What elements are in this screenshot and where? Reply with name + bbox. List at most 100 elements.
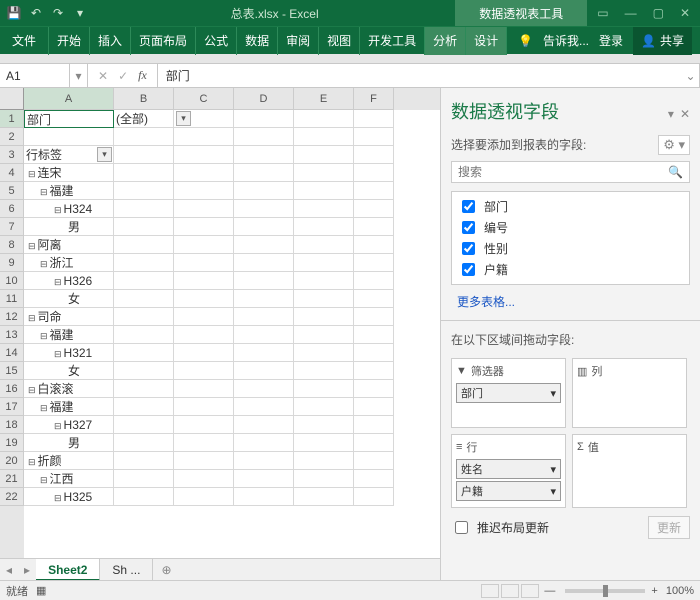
cell[interactable]: ⊟江西 <box>24 470 114 488</box>
cell[interactable] <box>354 182 394 200</box>
tab-developer[interactable]: 开发工具 <box>360 27 425 55</box>
tab-design[interactable]: 设计 <box>466 27 507 55</box>
col-header-B[interactable]: B <box>114 88 174 110</box>
cell[interactable] <box>174 272 234 290</box>
row-header[interactable]: 6 <box>0 200 24 218</box>
cell[interactable]: ⊟H326 <box>24 272 114 290</box>
cell[interactable] <box>234 272 294 290</box>
cell[interactable] <box>294 110 354 128</box>
collapse-icon[interactable]: ⊟ <box>54 349 62 359</box>
cell[interactable] <box>354 218 394 236</box>
row-header[interactable]: 13 <box>0 326 24 344</box>
cell[interactable] <box>294 218 354 236</box>
cell[interactable]: 女 <box>24 290 114 308</box>
tab-review[interactable]: 审阅 <box>278 27 319 55</box>
row-header[interactable]: 12 <box>0 308 24 326</box>
field-item[interactable]: 户籍 <box>452 259 689 280</box>
cell[interactable] <box>114 254 174 272</box>
cell[interactable] <box>114 398 174 416</box>
cell[interactable] <box>174 434 234 452</box>
cell[interactable] <box>234 344 294 362</box>
search-icon[interactable]: 🔍 <box>662 162 689 182</box>
cell[interactable] <box>174 254 234 272</box>
cell[interactable] <box>174 344 234 362</box>
collapse-icon[interactable]: ⊟ <box>54 205 62 215</box>
cell[interactable] <box>234 200 294 218</box>
cell[interactable]: ⊟H321 <box>24 344 114 362</box>
cell[interactable] <box>114 128 174 146</box>
formula-input[interactable]: 部门 <box>157 64 682 88</box>
cell[interactable] <box>354 344 394 362</box>
row-header[interactable]: 7 <box>0 218 24 236</box>
cell[interactable] <box>294 200 354 218</box>
undo-icon[interactable]: ↶ <box>28 5 44 21</box>
cell[interactable] <box>174 308 234 326</box>
cell[interactable]: 部门 <box>24 110 114 128</box>
minimize-icon[interactable]: — <box>625 6 637 20</box>
cell[interactable] <box>174 326 234 344</box>
collapse-icon[interactable]: ⊟ <box>40 187 48 197</box>
field-item[interactable]: 性别 <box>452 238 689 259</box>
cell[interactable]: ⊟连宋 <box>24 164 114 182</box>
collapse-icon[interactable]: ⊟ <box>28 457 36 467</box>
cell[interactable] <box>234 128 294 146</box>
cell[interactable] <box>114 218 174 236</box>
cell[interactable] <box>354 128 394 146</box>
cell[interactable] <box>294 470 354 488</box>
cell[interactable] <box>294 380 354 398</box>
cell[interactable] <box>114 380 174 398</box>
cell[interactable] <box>174 236 234 254</box>
cell[interactable] <box>234 362 294 380</box>
col-header-F[interactable]: F <box>354 88 394 110</box>
row-header[interactable]: 10 <box>0 272 24 290</box>
cell[interactable] <box>354 200 394 218</box>
cell[interactable] <box>234 146 294 164</box>
collapse-icon[interactable]: ⊟ <box>28 313 36 323</box>
cell[interactable] <box>354 470 394 488</box>
row-header[interactable]: 16 <box>0 380 24 398</box>
cell[interactable] <box>174 146 234 164</box>
cell[interactable]: ⊟H327 <box>24 416 114 434</box>
field-checkbox[interactable] <box>462 263 475 276</box>
defer-checkbox[interactable] <box>455 521 468 534</box>
cell[interactable] <box>234 488 294 506</box>
cell[interactable] <box>174 200 234 218</box>
filter-pill[interactable]: 部门▾ <box>456 383 561 403</box>
cell[interactable] <box>354 416 394 434</box>
qat-dropdown-icon[interactable]: ▾ <box>72 5 88 21</box>
collapse-icon[interactable]: ⊟ <box>40 259 48 269</box>
cell[interactable]: ⊟福建 <box>24 182 114 200</box>
cell[interactable] <box>294 128 354 146</box>
namebox-dropdown-icon[interactable]: ▾ <box>70 64 88 88</box>
cell[interactable] <box>114 200 174 218</box>
col-header-E[interactable]: E <box>294 88 354 110</box>
row-header[interactable]: 2 <box>0 128 24 146</box>
tab-formulas[interactable]: 公式 <box>196 27 237 55</box>
cell[interactable]: ⊟浙江 <box>24 254 114 272</box>
row-header[interactable]: 9 <box>0 254 24 272</box>
cell[interactable] <box>234 452 294 470</box>
tab-pagelayout[interactable]: 页面布局 <box>131 27 196 55</box>
cell[interactable] <box>354 308 394 326</box>
cell[interactable] <box>114 290 174 308</box>
collapse-icon[interactable]: ⊟ <box>40 403 48 413</box>
cell[interactable]: ⊟H324 <box>24 200 114 218</box>
row-header[interactable]: 20 <box>0 452 24 470</box>
cell[interactable] <box>174 290 234 308</box>
cell[interactable] <box>294 236 354 254</box>
field-item[interactable]: 编号 <box>452 217 689 238</box>
collapse-icon[interactable]: ⊟ <box>28 241 36 251</box>
cell[interactable] <box>174 164 234 182</box>
cell[interactable] <box>294 272 354 290</box>
cell[interactable] <box>174 452 234 470</box>
cell[interactable] <box>294 344 354 362</box>
cell[interactable] <box>294 434 354 452</box>
cell[interactable]: ⊟白滚滚 <box>24 380 114 398</box>
tab-home[interactable]: 开始 <box>49 27 90 55</box>
col-header-D[interactable]: D <box>234 88 294 110</box>
view-pagebreak-icon[interactable] <box>521 584 539 598</box>
more-tables-link[interactable]: 更多表格... <box>451 289 690 314</box>
cell[interactable] <box>174 182 234 200</box>
cell[interactable] <box>114 344 174 362</box>
pane-dropdown-icon[interactable]: ▾ <box>668 107 674 121</box>
